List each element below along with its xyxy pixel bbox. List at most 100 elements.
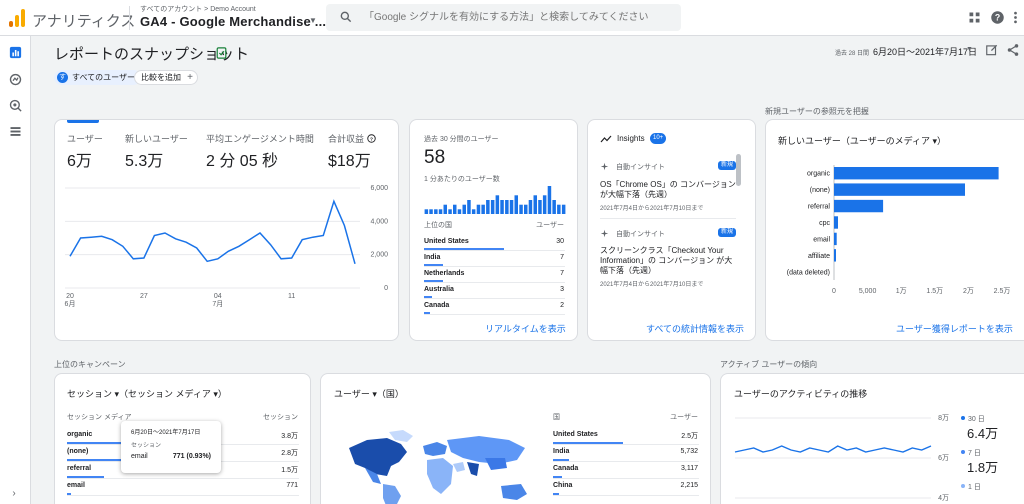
insight-item-2[interactable]: 自動インサイト 新規 スクリーンクラス「Checkout Your Inform… bbox=[600, 227, 736, 299]
realtime-row-label: India bbox=[424, 254, 441, 261]
x-tick-label: 27 bbox=[140, 293, 148, 300]
overview-card: ユーザー 6万 新しいユーザー 5.3万 平均エンゲージメント時間 2 分 05 秒 … bbox=[54, 119, 399, 341]
all-users-chip-label: すべてのユーザー bbox=[72, 73, 135, 82]
x-tick-label: 7月 bbox=[212, 300, 223, 308]
metric-users[interactable]: ユーザー 6万 bbox=[67, 132, 103, 171]
row-divider bbox=[424, 282, 565, 283]
search-bar[interactable] bbox=[326, 4, 681, 31]
view-realtime-link[interactable]: リアルタイムを表示 → bbox=[485, 322, 577, 340]
per-minute-bar bbox=[476, 204, 481, 214]
insight-date: 2021年7月4日から2021年7月10日まで bbox=[600, 206, 704, 212]
add-comparison-button[interactable]: 比較を追加 + bbox=[134, 70, 198, 85]
chart-tooltip: 6月20日～2021年7月17日 セッション email 771 (0.93%) bbox=[121, 421, 221, 473]
acquisition-bar bbox=[834, 232, 837, 246]
country-row-value: 5,732 bbox=[680, 448, 698, 455]
insight-date: 2021年7月4日から2021年7月10日まで bbox=[600, 282, 704, 288]
customize-report-icon[interactable] bbox=[985, 43, 999, 57]
metric-engagement-value: 2 分 05 秒 bbox=[206, 153, 279, 170]
row-divider bbox=[553, 495, 699, 496]
account-breadcrumb[interactable]: すべてのアカウント > Demo Account bbox=[140, 4, 256, 14]
insight-kind: 自動インサイト bbox=[616, 164, 665, 171]
date-dropdown-icon[interactable]: ▼ bbox=[966, 46, 973, 53]
search-input[interactable] bbox=[364, 8, 674, 27]
row-divider bbox=[67, 478, 299, 479]
country-row-label: United States bbox=[553, 431, 598, 438]
explore-icon[interactable] bbox=[8, 72, 23, 87]
metric-new-users[interactable]: 新しいユーザー 5.3万 bbox=[125, 132, 188, 171]
world-map[interactable] bbox=[329, 428, 539, 504]
property-selector[interactable]: GA4 - Google Merchandise ... bbox=[140, 14, 326, 29]
realtime-title: 過去 30 分間のユーザー bbox=[424, 136, 499, 143]
activity-line-chart: 8万 6万 4万 bbox=[734, 414, 949, 502]
sparkle-icon bbox=[600, 162, 609, 171]
side-nav: › bbox=[0, 36, 31, 504]
row-divider bbox=[553, 444, 699, 445]
metric-new-users-label: 新しいユーザー bbox=[125, 134, 188, 144]
x-tick-label: 2.5万 bbox=[994, 287, 1011, 295]
country-col-users: ユーザー bbox=[670, 414, 698, 421]
more-vert-icon[interactable] bbox=[1008, 10, 1023, 25]
per-minute-bar bbox=[509, 200, 514, 214]
date-range-picker[interactable]: 6月20日～2021年7月17日 bbox=[873, 45, 977, 58]
help-outline-icon[interactable]: ? bbox=[366, 134, 376, 143]
help-icon[interactable]: ? bbox=[990, 10, 1005, 25]
country-row-value: 2,215 bbox=[680, 482, 698, 489]
metric-engagement[interactable]: 平均エンゲージメント時間 2 分 05 秒 bbox=[206, 132, 314, 171]
per-minute-bar bbox=[552, 200, 556, 214]
campaign-row-label: referral bbox=[67, 465, 92, 472]
legend-value: 1.8万 bbox=[967, 460, 999, 475]
realtime-card: 過去 30 分間のユーザー 58 1 分あたりのユーザー数 上位の国 ユーザー … bbox=[409, 119, 578, 341]
legend-item: 1 日 bbox=[961, 482, 1021, 504]
chevron-down-icon[interactable]: ▼ bbox=[309, 16, 317, 25]
country-row-value: 3,117 bbox=[681, 465, 698, 472]
per-minute-bar bbox=[524, 204, 528, 214]
realtime-row-value: 2 bbox=[560, 302, 564, 309]
y-tick-label: 2,000 bbox=[370, 252, 388, 259]
campaigns-col-medium: セッション メディア bbox=[67, 414, 132, 421]
category-label: (data deleted) bbox=[787, 269, 830, 276]
campaign-row-label: organic bbox=[67, 431, 93, 438]
metric-revenue-label: 合計収益 ? bbox=[328, 132, 376, 145]
share-icon[interactable] bbox=[1006, 43, 1020, 57]
realtime-row-value: 3 bbox=[560, 286, 564, 293]
advertising-icon[interactable] bbox=[8, 98, 23, 113]
tooltip-label: email bbox=[131, 453, 148, 460]
insights-scrollbar[interactable] bbox=[736, 154, 741, 186]
row-divider bbox=[424, 298, 565, 299]
tooltip-range: 6月20日～2021年7月17日 bbox=[131, 430, 201, 436]
country-title[interactable]: ユーザー ▾（国） bbox=[334, 387, 404, 400]
search-icon bbox=[340, 11, 352, 23]
reports-icon[interactable] bbox=[8, 45, 23, 60]
row-divider bbox=[424, 314, 565, 315]
view-acquisition-link[interactable]: ユーザー獲得レポートを表示 → bbox=[896, 322, 1024, 340]
all-users-chip[interactable]: すすべてのユーザー bbox=[54, 70, 141, 85]
insight-item-1[interactable]: 自動インサイト 新規 OS「Chrome OS」の コンバージョン が大幅下落（… bbox=[600, 160, 736, 215]
analytics-logo-icon[interactable] bbox=[9, 9, 25, 27]
country-row-label: Canada bbox=[553, 465, 579, 472]
campaign-row-value: 3.8万 bbox=[281, 433, 298, 440]
category-label: cpc bbox=[819, 220, 830, 227]
per-minute-bar bbox=[448, 209, 452, 214]
per-minute-bar-chart bbox=[424, 186, 566, 214]
row-divider bbox=[67, 495, 299, 496]
acquisition-title[interactable]: 新しいユーザー（ユーザーのメディア ▾） bbox=[778, 134, 946, 147]
legend-dot bbox=[961, 450, 965, 454]
campaigns-title[interactable]: セッション ▾（セッション メディア ▾） bbox=[67, 387, 227, 400]
per-minute-bar bbox=[481, 204, 485, 214]
apps-grid-icon[interactable] bbox=[967, 10, 982, 25]
configure-icon[interactable] bbox=[8, 124, 23, 139]
expand-nav-button[interactable]: › bbox=[4, 488, 24, 504]
per-minute-bar bbox=[514, 195, 518, 214]
y-tick-label: 4,000 bbox=[370, 218, 388, 225]
verified-report-icon bbox=[216, 47, 227, 59]
view-all-insights-link[interactable]: すべての統計情報を表示 → bbox=[646, 322, 755, 340]
activity-section-label: アクティブ ユーザーの傾向 bbox=[720, 360, 818, 369]
y-tick-label: 0 bbox=[384, 285, 388, 292]
metric-revenue[interactable]: 合計収益 ? $18万 bbox=[328, 132, 376, 171]
legend-value: 6.4万 bbox=[967, 426, 999, 441]
top-bar: アナリティクス すべてのアカウント > Demo Account GA4 - G… bbox=[0, 0, 1024, 36]
country-row-value: 2.5万 bbox=[681, 433, 698, 440]
per-minute-label: 1 分あたりのユーザー数 bbox=[424, 176, 500, 183]
category-label: referral bbox=[808, 204, 831, 211]
realtime-row-value: 7 bbox=[560, 254, 564, 261]
